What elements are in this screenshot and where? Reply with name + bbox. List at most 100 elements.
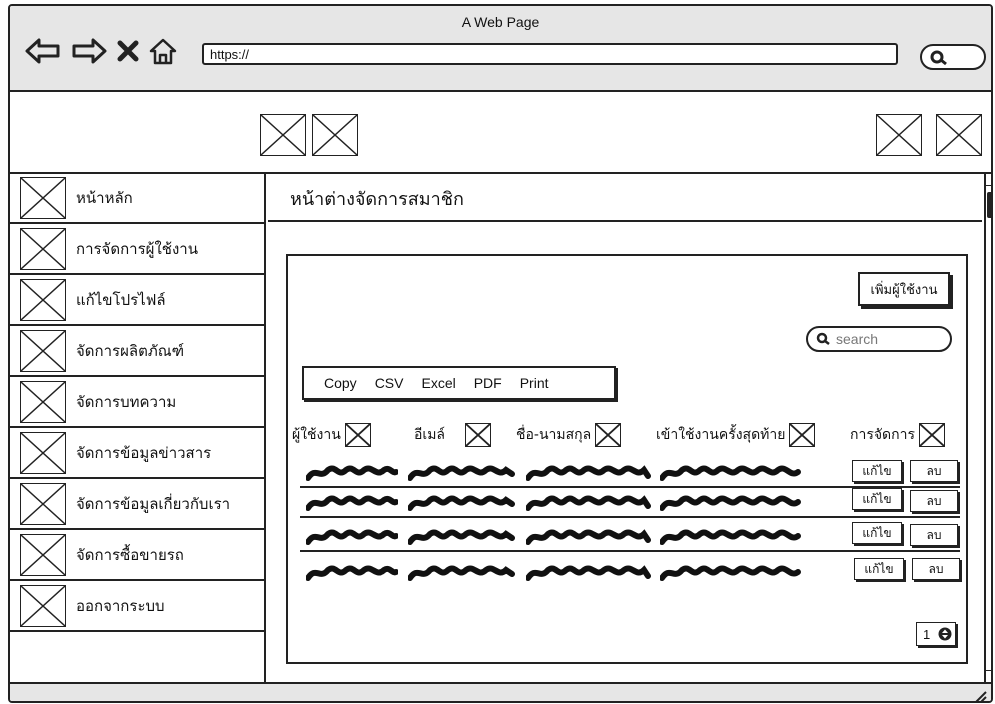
delete-button[interactable]: ลบ — [912, 558, 960, 580]
redacted-text — [306, 465, 398, 481]
sidebar-item-user-management[interactable]: การจัดการผู้ใช้งาน — [10, 225, 266, 275]
search-input[interactable]: search — [806, 326, 952, 352]
browser-search-button[interactable] — [920, 44, 986, 70]
redacted-text — [306, 565, 398, 581]
add-user-button[interactable]: เพิ่มผู้ใช้งาน — [858, 272, 950, 306]
redacted-text — [660, 465, 801, 481]
home-icon[interactable] — [148, 36, 178, 66]
redacted-text — [306, 529, 398, 545]
sidebar-item-products[interactable]: จัดการผลิตภัณฑ์ — [10, 327, 266, 377]
menu-image-placeholder-icon — [20, 534, 66, 576]
url-input[interactable]: https:// — [202, 43, 898, 65]
column-header-username[interactable]: ผู้ใช้งาน — [292, 423, 371, 447]
redacted-text — [526, 565, 651, 581]
menu-image-placeholder-icon — [20, 228, 66, 270]
menu-image-placeholder-icon — [20, 279, 66, 321]
menu-image-placeholder-icon — [20, 483, 66, 525]
sort-placeholder-icon — [919, 423, 946, 447]
vertical-scrollbar[interactable] — [984, 174, 991, 682]
menu-image-placeholder-icon — [20, 432, 66, 474]
menu-image-placeholder-icon — [20, 330, 66, 372]
redacted-text — [408, 465, 515, 481]
scroll-up-arrow-icon[interactable] — [986, 174, 991, 186]
sort-placeholder-icon — [465, 423, 492, 447]
edit-button[interactable]: แก้ไข — [852, 522, 902, 544]
scroll-down-arrow-icon[interactable] — [986, 670, 991, 682]
status-bar — [10, 682, 991, 703]
delete-button[interactable]: ลบ — [910, 524, 958, 546]
column-label: เข้าใช้งานครั้งสุดท้าย — [656, 427, 786, 443]
csv-button[interactable]: CSV — [375, 375, 404, 391]
user-placeholder-icon[interactable] — [876, 114, 922, 156]
sort-placeholder-icon — [344, 423, 371, 447]
top-header — [10, 94, 991, 174]
sidebar-item-label: หน้าหลัก — [76, 189, 133, 207]
pdf-button[interactable]: PDF — [474, 375, 502, 391]
close-x-icon[interactable] — [116, 39, 140, 63]
menu-image-placeholder-icon — [20, 585, 66, 627]
table-row: แก้ไข ลบ — [300, 488, 960, 518]
settings-placeholder-icon[interactable] — [936, 114, 982, 156]
back-arrow-icon[interactable] — [24, 36, 62, 66]
search-icon — [930, 50, 947, 66]
edit-button[interactable]: แก้ไข — [852, 460, 902, 482]
sidebar-item-label: การจัดการผู้ใช้งาน — [76, 240, 198, 258]
edit-button[interactable]: แก้ไข — [852, 488, 902, 510]
column-header-fullname[interactable]: ชื่อ-นามสกุล — [516, 423, 622, 447]
sort-placeholder-icon — [789, 423, 816, 447]
menu-image-placeholder-icon — [20, 177, 66, 219]
sidebar-item-car-trading[interactable]: จัดการซื้อขายรถ — [10, 531, 266, 581]
column-header-email[interactable]: อีเมล์ — [414, 423, 492, 447]
redacted-text — [526, 465, 651, 481]
sidebar-item-label: จัดการข้อมูลข่าวสาร — [76, 444, 212, 462]
print-button[interactable]: Print — [520, 375, 549, 391]
redacted-text — [526, 529, 651, 545]
banner-placeholder-icon — [312, 114, 358, 156]
excel-button[interactable]: Excel — [421, 375, 455, 391]
column-label: อีเมล์ — [414, 427, 446, 443]
redacted-text — [408, 495, 515, 511]
table-row: แก้ไข ลบ — [300, 522, 960, 552]
scroll-thumb[interactable] — [987, 192, 991, 218]
column-header-last-login[interactable]: เข้าใช้งานครั้งสุดท้าย — [656, 423, 816, 447]
sidebar-item-label: จัดการผลิตภัณฑ์ — [76, 342, 185, 360]
table-header: ผู้ใช้งาน อีเมล์ ชื่อ-นามสกุล เข้าใช้งาน… — [288, 420, 966, 450]
sidebar-item-news[interactable]: จัดการข้อมูลข่าวสาร — [10, 429, 266, 479]
sidebar-item-edit-profile[interactable]: แก้ไขโปรไฟล์ — [10, 276, 266, 326]
page-title: หน้าต่างจัดการสมาชิก — [268, 174, 982, 222]
page-number: 1 — [923, 626, 931, 642]
logo-placeholder-icon — [260, 114, 306, 156]
redacted-text — [660, 529, 801, 545]
sidebar-item-label: จัดการข้อมูลเกี่ยวกับเรา — [76, 495, 231, 513]
main-content: หน้าต่างจัดการสมาชิก เพิ่มผู้ใช้งาน sear… — [268, 174, 982, 682]
sidebar-item-label: จัดการซื้อขายรถ — [76, 546, 184, 564]
stepper-arrows-icon[interactable] — [938, 626, 952, 642]
column-header-actions[interactable]: การจัดการ — [850, 423, 946, 447]
sidebar-item-about[interactable]: จัดการข้อมูลเกี่ยวกับเรา — [10, 480, 266, 530]
delete-button[interactable]: ลบ — [910, 460, 958, 482]
sidebar-item-home[interactable]: หน้าหลัก — [10, 174, 266, 224]
sidebar-item-logout[interactable]: ออกจากระบบ — [10, 582, 266, 632]
sidebar-item-label: จัดการบทความ — [76, 393, 177, 411]
delete-button[interactable]: ลบ — [910, 490, 958, 512]
redacted-text — [306, 495, 398, 511]
page-number-stepper[interactable]: 1 — [916, 622, 956, 646]
sort-placeholder-icon — [595, 423, 622, 447]
sidebar-item-label: แก้ไขโปรไฟล์ — [76, 291, 166, 309]
redacted-text — [526, 495, 651, 511]
search-icon — [816, 332, 830, 345]
member-table-panel: เพิ่มผู้ใช้งาน search Copy CSV Excel PDF… — [286, 254, 968, 664]
column-label: ผู้ใช้งาน — [292, 427, 341, 443]
table-row: แก้ไข ลบ — [300, 558, 960, 588]
window-title: A Web Page — [461, 14, 540, 30]
copy-button[interactable]: Copy — [324, 375, 357, 391]
redacted-text — [660, 565, 801, 581]
sidebar: หน้าหลัก การจัดการผู้ใช้งาน แก้ไขโปรไฟล์… — [10, 174, 266, 682]
forward-arrow-icon[interactable] — [70, 36, 108, 66]
redacted-text — [408, 565, 515, 581]
browser-window: A Web Page https:// หน้าหลัก การจัดการผู… — [8, 4, 993, 703]
edit-button[interactable]: แก้ไข — [854, 558, 904, 580]
browser-chrome: A Web Page https:// — [10, 6, 991, 92]
sidebar-item-articles[interactable]: จัดการบทความ — [10, 378, 266, 428]
resize-grip-icon[interactable] — [973, 689, 987, 703]
